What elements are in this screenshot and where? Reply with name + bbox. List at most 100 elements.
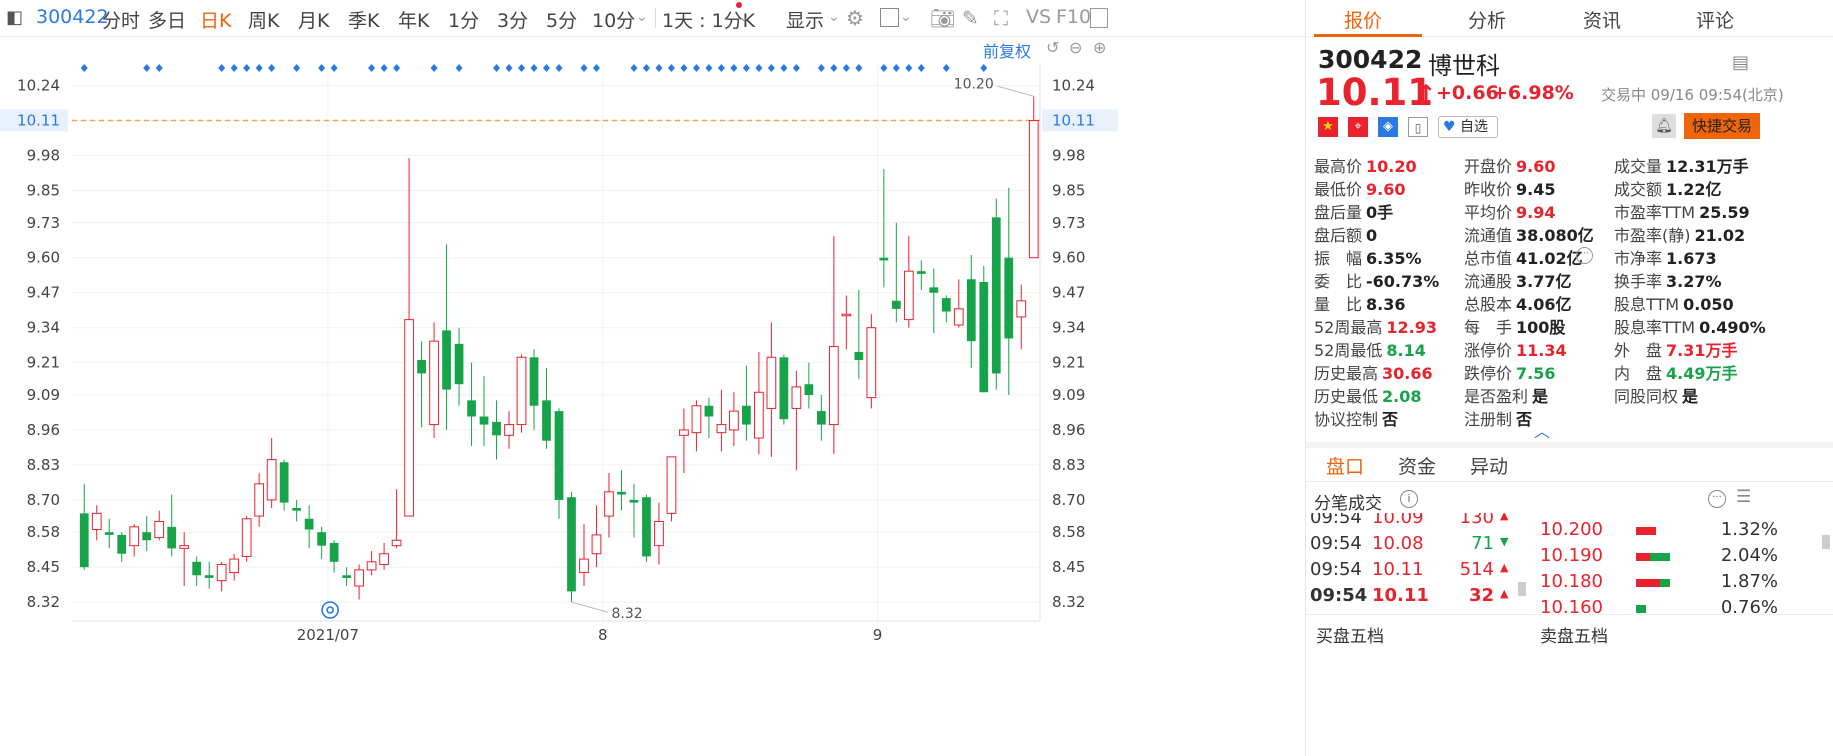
event-marker-diamond[interactable]: [430, 64, 438, 72]
fullscreen-icon[interactable]: ⛶: [994, 6, 1008, 30]
alert-bell-icon[interactable]: 🔔︎: [1652, 114, 1676, 138]
candle-body-down[interactable]: [542, 400, 551, 441]
candle-body-up[interactable]: [754, 391, 764, 439]
event-marker-diamond[interactable]: [268, 64, 276, 72]
candle-body-down[interactable]: [704, 405, 714, 417]
candle-body-up[interactable]: [766, 356, 777, 409]
event-marker-diamond[interactable]: [493, 64, 501, 72]
candle-body-up[interactable]: [379, 553, 389, 565]
event-marker-diamond[interactable]: [80, 64, 88, 72]
tag-icon[interactable]: ◈: [1378, 117, 1398, 137]
candle-body-down[interactable]: [204, 575, 214, 578]
candle-body-up[interactable]: [666, 456, 677, 514]
pin-icon[interactable]: ⌖: [1348, 117, 1368, 137]
candle-body-down[interactable]: [479, 416, 489, 425]
compare-vs-button[interactable]: VS: [1026, 6, 1051, 28]
event-marker-diamond[interactable]: [792, 64, 800, 72]
candle-body-down[interactable]: [329, 542, 339, 562]
candle-body-down[interactable]: [142, 532, 152, 541]
candle-body-up[interactable]: [729, 410, 739, 431]
candle-body-down[interactable]: [417, 359, 426, 374]
tab-comments[interactable]: 评论: [1696, 6, 1734, 33]
candle-body-up[interactable]: [679, 429, 689, 436]
event-marker-diamond[interactable]: [642, 64, 650, 72]
candle-body-up[interactable]: [828, 346, 839, 426]
info-icon[interactable]: i: [1400, 490, 1418, 508]
pencil-icon[interactable]: ✎: [962, 6, 979, 30]
candle-body-down[interactable]: [554, 411, 564, 500]
candle-body-down[interactable]: [467, 400, 476, 417]
candle-body-down[interactable]: [79, 513, 89, 568]
tab-analysis[interactable]: 分析: [1468, 6, 1506, 33]
event-marker-diamond[interactable]: [842, 64, 850, 72]
chevron-down-icon[interactable]: ⌄: [828, 9, 840, 25]
panel-toggle-icon[interactable]: ◧: [6, 7, 23, 28]
tab-quote[interactable]: 报价: [1344, 6, 1382, 33]
candle-body-down[interactable]: [916, 271, 926, 274]
candle-body-down[interactable]: [629, 499, 639, 503]
candle-body-up[interactable]: [1016, 300, 1027, 318]
event-marker-diamond[interactable]: [905, 64, 913, 72]
event-marker-diamond[interactable]: [705, 64, 713, 72]
event-at-marker[interactable]: [321, 601, 339, 619]
candle-body-down[interactable]: [567, 497, 576, 592]
candle-body-down[interactable]: [966, 279, 976, 342]
candle-body-down[interactable]: [292, 507, 302, 511]
event-marker-diamond[interactable]: [830, 64, 838, 72]
event-marker-diamond[interactable]: [293, 64, 301, 72]
tab-1min[interactable]: 1分: [448, 6, 479, 33]
event-marker-diamond[interactable]: [767, 64, 775, 72]
candle-body-up[interactable]: [404, 319, 414, 517]
event-marker-diamond[interactable]: [880, 64, 888, 72]
event-marker-diamond[interactable]: [330, 64, 338, 72]
candle-body-down[interactable]: [779, 357, 789, 420]
candle-body-down[interactable]: [104, 532, 114, 535]
chevron-down-icon[interactable]: ⌄: [636, 9, 648, 25]
candle-body-up[interactable]: [866, 327, 877, 399]
event-marker-diamond[interactable]: [255, 64, 263, 72]
candlestick-chart[interactable]: 10.24 10.24 10.11 10.11 9.98 9.98 9.85 9.85 9.73…: [0, 36, 1305, 756]
event-marker-diamond[interactable]: [667, 64, 675, 72]
candle-body-down[interactable]: [454, 343, 464, 385]
event-marker-diamond[interactable]: [730, 64, 738, 72]
candle-body-up[interactable]: [91, 512, 102, 531]
event-marker-diamond[interactable]: [755, 64, 763, 72]
event-marker-diamond[interactable]: [817, 64, 825, 72]
event-marker-diamond[interactable]: [980, 64, 988, 72]
chevron-down-icon[interactable]: ⌄: [738, 9, 750, 25]
market-cap-more-icon[interactable]: ···: [1576, 247, 1593, 264]
candle-body-up[interactable]: [129, 526, 140, 547]
event-marker-diamond[interactable]: [892, 64, 900, 72]
tab-3min[interactable]: 3分: [497, 6, 528, 33]
candle-body-up[interactable]: [229, 558, 240, 574]
tab-news[interactable]: 资讯: [1583, 6, 1621, 33]
candle-body-up[interactable]: [953, 308, 964, 326]
candle-body-down[interactable]: [117, 534, 127, 554]
candle-body-down[interactable]: [854, 351, 864, 360]
tab-orderbook[interactable]: 盘口: [1326, 452, 1364, 479]
candle-body-up[interactable]: [1028, 120, 1039, 259]
candle-body-down[interactable]: [304, 518, 314, 530]
candle-body-down[interactable]: [879, 257, 889, 261]
candle-body-up[interactable]: [579, 558, 589, 574]
candle-body-up[interactable]: [154, 520, 165, 539]
event-marker-diamond[interactable]: [580, 64, 588, 72]
candle-body-up[interactable]: [654, 520, 664, 547]
display-menu[interactable]: 显示: [786, 6, 824, 33]
candle-body-down[interactable]: [529, 357, 539, 406]
candle-body-up[interactable]: [216, 563, 227, 582]
candle-body-down[interactable]: [279, 462, 289, 503]
candle-body-up[interactable]: [254, 483, 265, 517]
event-marker-diamond[interactable]: [855, 64, 863, 72]
more-options-icon[interactable]: ···: [1708, 490, 1726, 508]
event-marker-diamond[interactable]: [218, 64, 226, 72]
tab-multi-day[interactable]: 多日: [148, 6, 186, 33]
candle-body-up[interactable]: [791, 386, 802, 409]
event-marker-diamond[interactable]: [518, 64, 526, 72]
event-marker-diamond[interactable]: [630, 64, 638, 72]
event-marker-diamond[interactable]: [555, 64, 563, 72]
candle-body-up[interactable]: [241, 518, 252, 557]
candle-body-down[interactable]: [979, 281, 989, 393]
event-marker-diamond[interactable]: [717, 64, 725, 72]
candle-body-down[interactable]: [342, 575, 351, 578]
